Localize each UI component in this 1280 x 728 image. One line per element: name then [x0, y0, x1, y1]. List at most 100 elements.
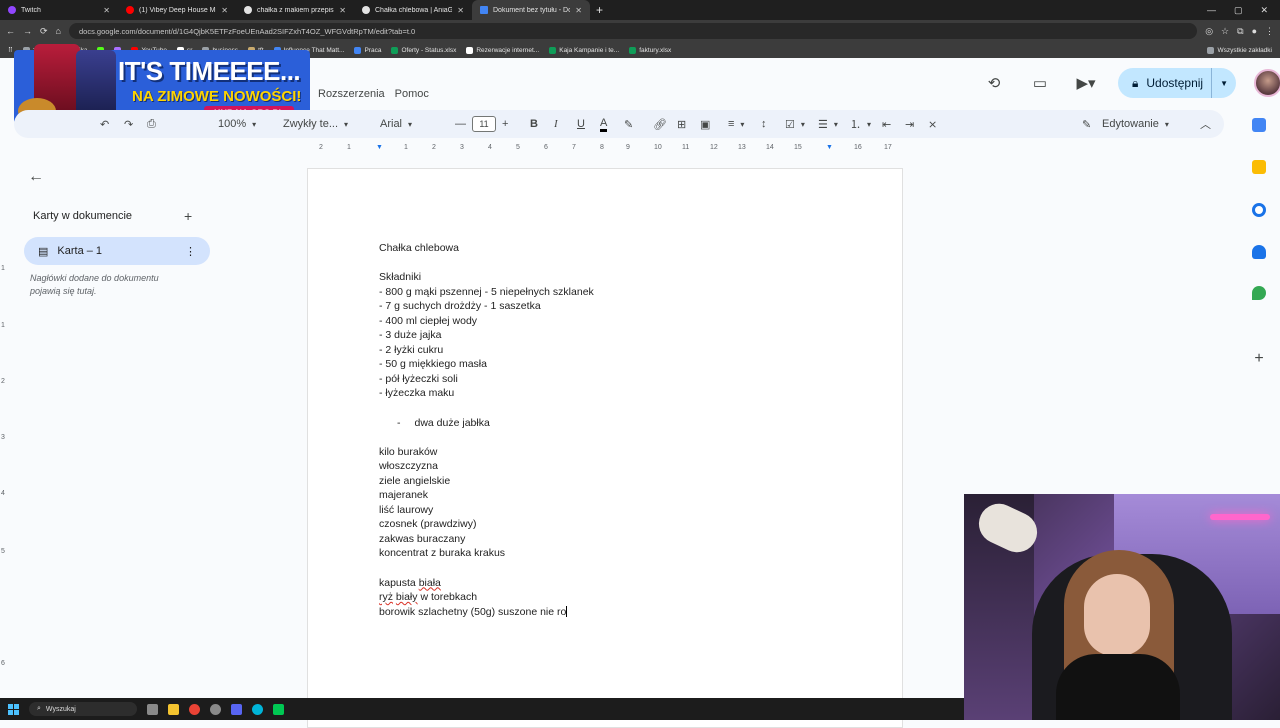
bookmark[interactable]: Kaja Kampanie i te...	[549, 46, 619, 54]
bookmark[interactable]: Oferty - Status.xlsx	[391, 46, 456, 54]
windows-start-icon[interactable]	[8, 703, 19, 715]
sidebar-item-tab[interactable]: ▤ Karta – 1 ⋮	[24, 237, 210, 265]
keep-icon[interactable]	[1252, 160, 1266, 174]
contacts-icon[interactable]	[1252, 245, 1266, 259]
github-icon[interactable]	[210, 703, 221, 715]
font-select[interactable]: Arial	[380, 116, 412, 132]
spelling-error[interactable]: biały	[396, 591, 418, 603]
indent-marker-icon[interactable]: ▼	[376, 144, 383, 151]
all-bookmarks[interactable]: Wszystkie zakładki	[1207, 46, 1272, 54]
extensions-icon[interactable]: ⧉	[1237, 26, 1243, 37]
url-field[interactable]: docs.google.com/document/d/1G4QjbK5ETFzF…	[68, 23, 1198, 39]
maps-icon[interactable]	[1252, 286, 1266, 300]
style-select[interactable]: Zwykły te...	[283, 116, 348, 132]
comments-icon[interactable]: ▭	[1026, 69, 1054, 97]
bold-icon[interactable]: B	[530, 116, 538, 132]
browser-tab[interactable]: chałka z makiem przepis - Szuk✕	[236, 0, 354, 20]
maximize-icon[interactable]: ▢	[1234, 5, 1243, 16]
browser-tab-bar: Twitch✕ (1) Vibey Deep House Mix 2025✕ c…	[0, 0, 1280, 20]
home-icon[interactable]: ⌂	[56, 26, 61, 36]
browser-tab[interactable]: Twitch ✕	[0, 0, 118, 20]
new-tab-button[interactable]: +	[590, 3, 609, 17]
bookmark[interactable]: Praca	[354, 46, 381, 54]
add-tab-icon[interactable]: +	[184, 208, 192, 224]
browser-menu-icon[interactable]: ⋮	[1265, 26, 1274, 37]
editing-mode-select[interactable]: Edytowanie	[1102, 116, 1169, 132]
chrome-icon[interactable]	[189, 703, 200, 715]
numbered-list-icon[interactable]: ⒈	[850, 116, 871, 132]
undo-icon[interactable]: ↶	[100, 116, 109, 132]
profile-icon[interactable]: ●	[1252, 26, 1257, 36]
text-color-icon[interactable]: A	[600, 116, 608, 132]
close-icon[interactable]: ✕	[575, 6, 582, 15]
back-icon[interactable]: ←	[6, 26, 15, 36]
print-icon[interactable]: ⎙	[147, 116, 156, 132]
tasks-icon[interactable]	[1252, 203, 1266, 217]
menu-item-help[interactable]: Pomoc	[395, 88, 429, 100]
ingredient-line: - 3 duże jajka	[379, 329, 442, 342]
menu-item-extensions[interactable]: Rozszerzenia	[318, 88, 385, 100]
right-indent-marker-icon[interactable]: ▼	[826, 144, 833, 151]
underline-icon[interactable]: U	[577, 116, 585, 132]
redo-icon[interactable]: ↷	[124, 116, 133, 132]
horizontal-ruler[interactable]: 2 1 ▼ 1 2 3 4 5 6 7 8 9 10 11 12 13 14 1…	[306, 142, 902, 156]
discord-icon[interactable]	[231, 703, 242, 715]
close-icon[interactable]: ✕	[221, 6, 228, 15]
list-item: ziele angielskie	[379, 474, 451, 487]
list-item: liść laurowy	[379, 503, 434, 516]
vertical-ruler[interactable]: 1 1 2 3 4 5 6	[0, 170, 10, 710]
file-explorer-icon[interactable]	[168, 703, 179, 715]
increase-indent-icon[interactable]: ⇥	[905, 116, 914, 132]
align-icon[interactable]: ≡	[728, 116, 744, 132]
image-icon[interactable]: ▣	[700, 116, 710, 132]
collapse-toolbar-icon[interactable]: ︿	[1200, 116, 1211, 132]
avatar[interactable]	[1254, 69, 1280, 97]
history-icon[interactable]: ⟲	[980, 69, 1008, 97]
reload-icon[interactable]: ⟳	[40, 26, 48, 37]
add-addon-icon[interactable]: +	[1252, 351, 1266, 367]
taskbar-search[interactable]: ⌕ Wyszukaj	[29, 702, 137, 716]
bullet-list-icon[interactable]: ☰	[818, 116, 838, 132]
ingredient-line: - 7 g suchych drożdży - 1 saszetka	[379, 300, 541, 313]
browser-tab[interactable]: Chałka chlebowa | AniaGotuje.p✕	[354, 0, 472, 20]
decrease-indent-icon[interactable]: ⇤	[882, 116, 891, 132]
browser-tab[interactable]: (1) Vibey Deep House Mix 2025✕	[118, 0, 236, 20]
close-icon[interactable]: ✕	[103, 6, 110, 15]
spelling-error[interactable]: biała	[419, 577, 441, 589]
decrease-font-icon[interactable]: —	[455, 116, 466, 132]
ruler-tick: 11	[682, 144, 690, 151]
highlight-icon[interactable]: ✎	[624, 116, 633, 132]
zoom-select[interactable]: 100%	[218, 116, 256, 132]
minimize-icon[interactable]: —	[1207, 5, 1216, 15]
close-window-icon[interactable]: ✕	[1260, 5, 1268, 16]
font-size-input[interactable]: 11	[472, 116, 496, 132]
back-arrow-icon[interactable]: ←	[28, 168, 44, 186]
chevron-down-icon[interactable]: ▼	[1211, 68, 1228, 98]
ruler-tick: 1	[1, 265, 5, 272]
close-icon[interactable]: ✕	[457, 6, 464, 15]
document-body[interactable]: Chałka chlebowa Składniki - 800 g mąki p…	[379, 241, 879, 619]
close-icon[interactable]: ✕	[339, 6, 346, 15]
task-view-icon[interactable]	[147, 703, 158, 715]
italic-icon[interactable]: I	[554, 116, 558, 132]
line-spacing-icon[interactable]: ↕	[761, 116, 767, 132]
forward-icon[interactable]: →	[23, 26, 32, 36]
bookmark[interactable]: faktury.xlsx	[629, 46, 671, 54]
add-comment-icon[interactable]: ⊞	[677, 116, 686, 132]
calendar-icon[interactable]	[1252, 118, 1266, 132]
spelling-error[interactable]: ryż	[379, 591, 393, 603]
increase-font-icon[interactable]: +	[502, 116, 508, 132]
edge-icon[interactable]	[252, 703, 263, 715]
lens-icon[interactable]: ◎	[1205, 26, 1213, 37]
link-icon[interactable]: 🔗︎	[653, 116, 667, 132]
checklist-icon[interactable]: ☑	[785, 116, 805, 132]
apps-icon[interactable]: ⠿	[8, 46, 13, 54]
bookmark-star-icon[interactable]: ☆	[1221, 26, 1229, 37]
meet-icon[interactable]: ▶▾	[1072, 69, 1100, 97]
share-button[interactable]: 🔒︎ Udostępnij ▼	[1118, 68, 1236, 98]
clear-formatting-icon[interactable]: ⨯	[928, 116, 937, 132]
bookmark[interactable]: Rezerwacje internet...	[466, 46, 539, 54]
app-icon[interactable]	[273, 703, 284, 715]
browser-tab-active[interactable]: Dokument bez tytułu - Dokume✕	[472, 0, 590, 20]
more-options-icon[interactable]: ⋮	[185, 245, 196, 258]
